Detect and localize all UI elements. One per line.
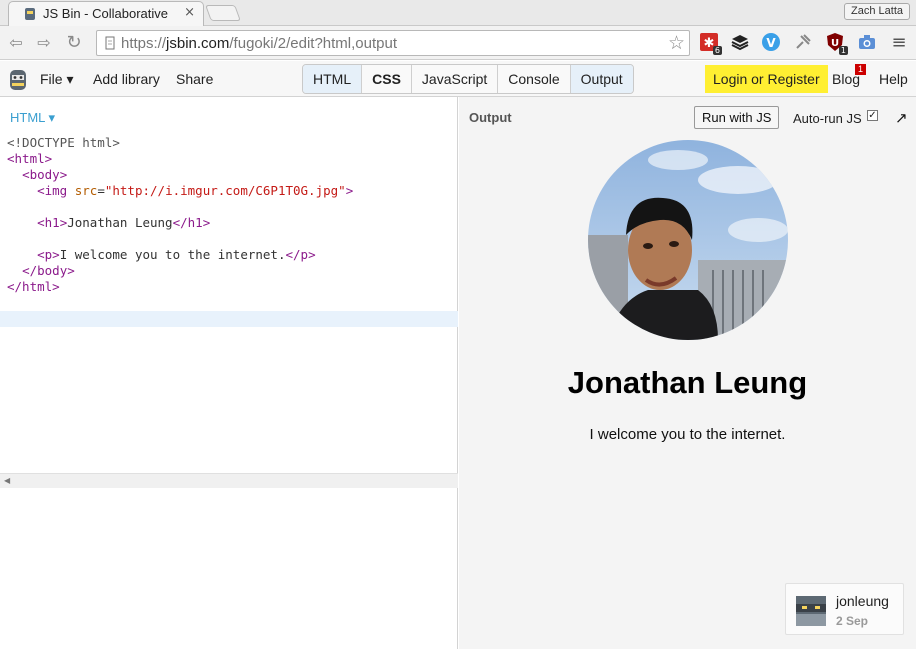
code-line[interactable]: <img src="http://i.imgur.com/C6P1T0G.jpg… — [7, 183, 353, 199]
blog-notification-badge: 1 — [855, 64, 867, 75]
ublock-icon[interactable]: U 1 — [825, 32, 848, 55]
browser-tab[interactable]: JS Bin - Collaborative × — [8, 1, 204, 26]
code-line[interactable] — [7, 199, 353, 215]
code-line[interactable]: </body> — [7, 263, 353, 279]
share-menu[interactable]: Share — [176, 71, 213, 87]
vimium-icon[interactable]: V — [761, 32, 781, 52]
back-arrow-icon[interactable]: ⇦ — [6, 33, 26, 53]
page-icon — [105, 36, 115, 50]
camera-icon[interactable] — [857, 32, 877, 52]
file-menu[interactable]: File ▾ — [40, 71, 73, 88]
jsbin-toolbar: File ▾ Add library Share HTML CSS JavaSc… — [0, 61, 916, 97]
url-scheme: https:// — [121, 35, 167, 52]
url-text: https://jsbin.com/fugoki/2/edit?html,out… — [121, 35, 397, 52]
help-link[interactable]: Help — [879, 71, 908, 87]
ublock-badge: 1 — [838, 46, 848, 55]
code-line[interactable]: <!DOCTYPE html> — [7, 135, 353, 151]
scroll-left-arrow-icon[interactable]: ◀ — [4, 476, 10, 485]
profile-photo — [588, 140, 788, 340]
user-profile-card[interactable]: jonleung 2 Sep — [785, 583, 904, 635]
reload-icon[interactable]: ↻ — [64, 33, 84, 53]
svg-text:U: U — [831, 38, 839, 49]
editor-horizontal-scrollbar[interactable]: ◀ — [0, 473, 458, 488]
browser-toolbar: ⇦ ⇨ ↻ https://jsbin.com/fugoki/2/edit?ht… — [0, 26, 916, 60]
output-label: Output — [469, 110, 512, 125]
panel-html-button[interactable]: HTML — [303, 65, 363, 93]
user-avatar — [796, 596, 826, 626]
login-register-button[interactable]: Login or Register — [705, 65, 828, 93]
jsbin-logo-icon[interactable] — [8, 68, 28, 92]
html-editor-panel[interactable]: HTML ▾ <!DOCTYPE html> <html> <body> <img… — [0, 97, 458, 649]
code-line[interactable]: </html> — [7, 279, 353, 295]
code-line[interactable]: <h1>Jonathan Leung</h1> — [7, 215, 353, 231]
autorun-checkbox[interactable]: ✓ — [867, 110, 878, 121]
panel-console-button[interactable]: Console — [498, 65, 571, 93]
code-line[interactable]: <body> — [7, 167, 353, 183]
browser-tabstrip: JS Bin - Collaborative × Zach Latta — [0, 0, 916, 26]
panel-output-button[interactable]: Output — [570, 65, 633, 93]
url-path: /fugoki/2/edit?html,output — [229, 35, 397, 52]
code-line[interactable]: <p>I welcome you to the internet.</p> — [7, 247, 353, 263]
pin-icon[interactable] — [793, 32, 813, 52]
lastpass-badge: 6 — [712, 46, 722, 55]
user-date: 2 Sep — [836, 614, 869, 628]
address-bar[interactable]: https://jsbin.com/fugoki/2/edit?html,out… — [96, 30, 690, 56]
bookmark-star-icon[interactable]: ☆ — [668, 33, 685, 53]
buffer-icon[interactable] — [730, 32, 750, 52]
svg-text:V: V — [766, 36, 776, 50]
code-line[interactable]: <html> — [7, 151, 353, 167]
jsbin-favicon-icon — [25, 8, 35, 20]
code-line[interactable] — [7, 231, 353, 247]
autorun-label: Auto-run JS — [793, 111, 862, 126]
lastpass-icon[interactable]: ✱ 6 — [699, 32, 722, 55]
user-name: jonleung — [836, 593, 889, 609]
profile-button[interactable]: Zach Latta — [844, 3, 910, 20]
panel-toggles: HTML CSS JavaScript Console Output — [302, 64, 634, 94]
output-panel: Output Run with JS Auto-run JS ✓ ↗ Jonat… — [459, 97, 916, 649]
code-editor[interactable]: <!DOCTYPE html> <html> <body> <img src="h… — [7, 135, 353, 295]
forward-arrow-icon[interactable]: ⇨ — [34, 33, 54, 53]
menu-icon[interactable]: ≡ — [889, 33, 909, 53]
output-paragraph: I welcome you to the internet. — [589, 426, 786, 443]
editor-language-dropdown[interactable]: HTML ▾ — [10, 110, 55, 126]
run-with-js-button[interactable]: Run with JS — [694, 106, 780, 129]
output-heading: Jonathan Leung — [567, 365, 808, 400]
tab-close-icon[interactable]: × — [184, 5, 195, 20]
panel-css-button[interactable]: CSS — [362, 65, 412, 93]
new-tab-button[interactable] — [205, 5, 241, 21]
panel-javascript-button[interactable]: JavaScript — [412, 65, 499, 93]
editor-active-line — [0, 311, 458, 327]
tab-title: JS Bin - Collaborative — [43, 6, 168, 21]
add-library-menu[interactable]: Add library — [93, 71, 160, 87]
url-host: jsbin.com — [166, 35, 230, 52]
popout-arrow-icon[interactable]: ↗ — [895, 109, 908, 127]
